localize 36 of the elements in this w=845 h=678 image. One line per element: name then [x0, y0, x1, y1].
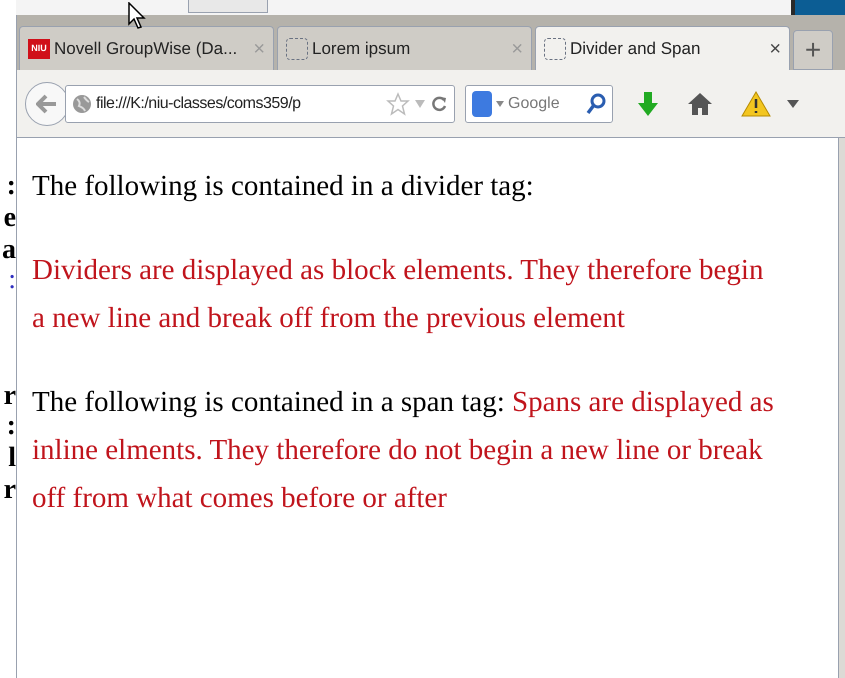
browser-tab[interactable]: Divider and Span × — [535, 26, 790, 70]
niu-logo-icon: NIU — [28, 38, 50, 58]
tab-title: Lorem ipsum — [312, 38, 412, 60]
background-text: : — [6, 172, 16, 200]
background-text: l — [8, 444, 16, 472]
address-bar[interactable]: file:///K:/niu-classes/coms359/p — [65, 84, 455, 122]
home-icon[interactable] — [687, 92, 713, 116]
background-text: : — [6, 412, 16, 440]
search-placeholder: Google — [508, 94, 561, 114]
close-icon[interactable]: × — [769, 34, 781, 64]
span-paragraph: The following is contained in a span tag: Spans are displayed as inline elments. They therefore do not begin a new line or break off from what comes before or after — [32, 385, 775, 516]
divider-intro: The following is contained in a divider tag: — [32, 169, 535, 204]
reload-icon[interactable] — [430, 94, 448, 112]
browser-tab[interactable]: Lorem ipsum × — [277, 26, 532, 70]
back-arrow-icon — [36, 94, 58, 114]
background-text: r — [4, 476, 16, 504]
page-icon — [544, 38, 566, 60]
globe-icon — [72, 94, 92, 114]
menu-dropdown-icon[interactable] — [787, 100, 799, 108]
browser-tab[interactable]: NIU Novell GroupWise (Da... × — [19, 26, 274, 70]
tab-title: Divider and Span — [570, 38, 702, 60]
background-text: e — [4, 204, 16, 232]
background-text: : — [8, 266, 16, 294]
search-icon[interactable] — [586, 92, 606, 114]
divider-text: Dividers are displayed as block elements. They therefore begin a new line and break off from the previous element — [32, 253, 764, 336]
warning-icon[interactable] — [741, 90, 771, 116]
star-icon[interactable] — [386, 92, 410, 116]
background-text: r — [4, 382, 16, 410]
background-text: a — [2, 236, 16, 264]
dropdown-icon[interactable] — [496, 100, 504, 106]
download-arrow-icon[interactable] — [637, 90, 659, 116]
new-tab-button[interactable]: + — [793, 30, 833, 70]
page-icon — [286, 38, 308, 60]
search-field[interactable]: Google — [465, 84, 613, 122]
url-text: file:///K:/niu-classes/coms359/p — [96, 94, 302, 114]
tab-title: Novell GroupWise (Da... — [54, 38, 238, 60]
